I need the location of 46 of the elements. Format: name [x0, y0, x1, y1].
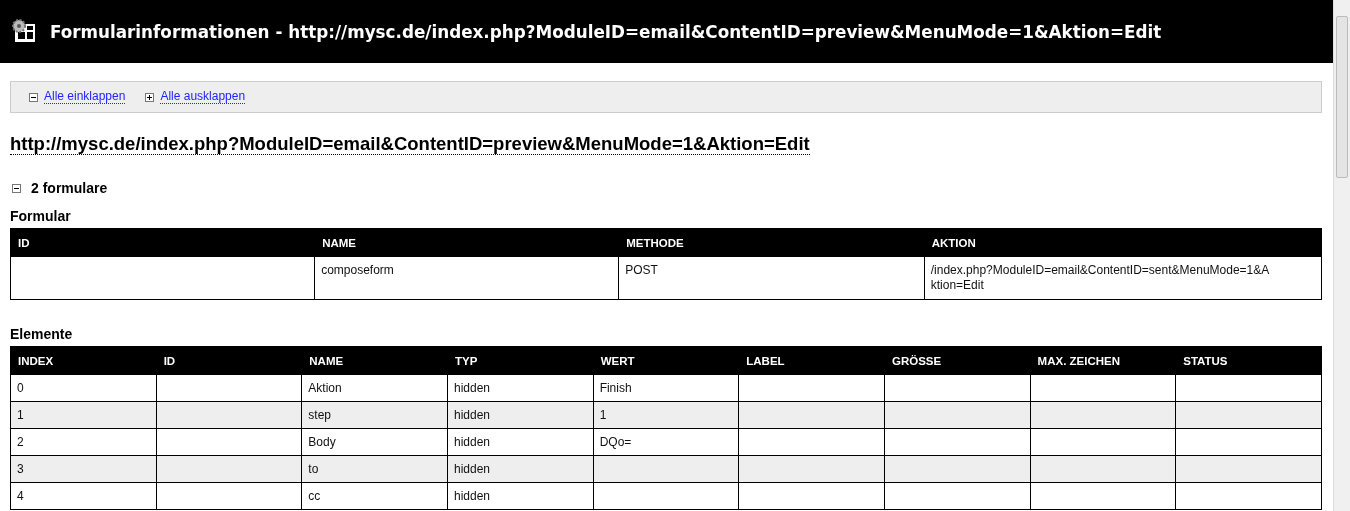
- table-title: Elemente: [10, 326, 74, 342]
- column-header: MAX. ZEICHEN: [1030, 346, 1176, 375]
- collapse-icon[interactable]: [12, 183, 21, 193]
- column-header: GRÖSSE: [884, 346, 1031, 375]
- table-cell: Aktion: [301, 374, 448, 402]
- table-cell: hidden: [447, 455, 594, 483]
- column-header: LABEL: [738, 346, 885, 375]
- table-cell: hidden: [447, 374, 594, 402]
- column-header: INDEX: [10, 346, 157, 375]
- table-cell: Finish: [593, 374, 739, 402]
- table-cell: step: [301, 401, 448, 429]
- column-header: TYP: [447, 346, 594, 375]
- table-cell: 0: [10, 374, 157, 402]
- column-header: ID: [10, 228, 315, 257]
- window-title: Formularinformationen - http://mysc.de/index.php?ModuleID=email&ContentID=preview&MenuMode=1&Aktion=Edit: [50, 21, 1162, 42]
- toolbar-link[interactable]: Alle einklappen: [44, 90, 126, 104]
- table-cell: /index.php?ModuleID=email&ContentID=sent&MenuMode=1&Aktion=Edit: [924, 256, 1322, 300]
- collapse-icon[interactable]: [29, 92, 38, 102]
- column-header: METHODE: [618, 228, 925, 257]
- table-cell: to: [301, 455, 448, 483]
- column-header: WERT: [593, 346, 739, 375]
- expand-icon[interactable]: [145, 92, 155, 102]
- table-cell: DQo=: [593, 428, 739, 456]
- column-header: AKTION: [924, 228, 1322, 257]
- table-cell: hidden: [447, 401, 594, 429]
- scrollbar[interactable]: [1333, 0, 1350, 511]
- table-cell: 1: [593, 401, 739, 429]
- table-cell: hidden: [447, 482, 594, 510]
- table-cell: Body: [301, 428, 448, 456]
- table-cell: composeform: [314, 256, 619, 300]
- toolbar-link[interactable]: Alle ausklappen: [160, 90, 246, 104]
- scrollbar-thumb[interactable]: [1336, 16, 1348, 178]
- table-cell: 1: [10, 401, 157, 429]
- url-heading[interactable]: http://mysc.de/index.php?ModuleID=email&ContentID=preview&MenuMode=1&Aktion=Edit: [10, 133, 810, 155]
- column-header: NAME: [301, 346, 448, 375]
- table-cell: hidden: [447, 428, 594, 456]
- table-title: Formular: [10, 208, 72, 224]
- table-cell: 3: [10, 455, 157, 483]
- section-title: 2 formulare: [31, 180, 108, 196]
- column-header: STATUS: [1175, 346, 1322, 375]
- table-cell: POST: [618, 256, 925, 300]
- column-header: NAME: [314, 228, 619, 257]
- column-header: ID: [156, 346, 302, 375]
- table-cell: 4: [10, 482, 157, 510]
- table-cell: 2: [10, 428, 157, 456]
- table-cell: cc: [301, 482, 448, 510]
